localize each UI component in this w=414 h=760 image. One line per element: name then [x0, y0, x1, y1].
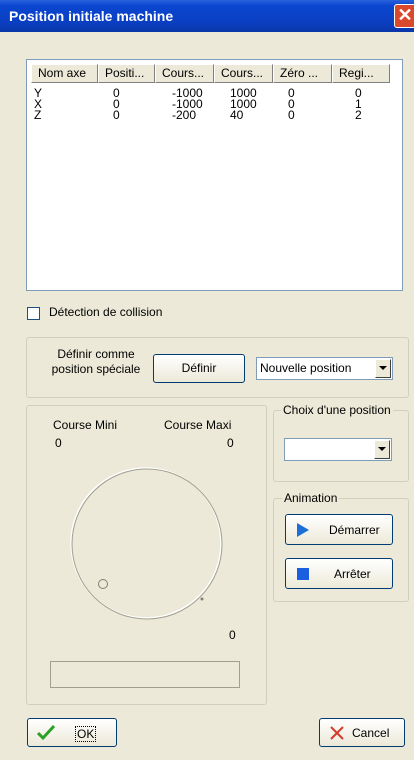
course-mini-value: 0: [55, 436, 62, 450]
table-cell: 2: [355, 108, 362, 122]
define-button[interactable]: Définir: [153, 354, 245, 383]
collision-checkbox[interactable]: [27, 307, 40, 320]
cancel-x-icon: [330, 726, 344, 740]
close-icon: ✕: [397, 5, 413, 25]
stop-icon: [297, 568, 309, 580]
start-label: Démarrer: [329, 523, 380, 537]
progress-field: [50, 661, 240, 688]
dropdown-arrow-icon[interactable]: [374, 440, 390, 459]
start-button[interactable]: Démarrer: [285, 514, 393, 545]
collision-label: Détection de collision: [49, 305, 163, 319]
table-cell: 0: [288, 108, 295, 122]
dial-value: 0: [229, 628, 236, 642]
column-header-zero[interactable]: Zéro ...: [273, 64, 332, 83]
stop-label: Arrêter: [334, 567, 371, 581]
window-title: Position initiale machine: [9, 8, 174, 24]
play-icon: [297, 523, 309, 537]
stop-button[interactable]: Arrêter: [285, 558, 393, 589]
course-maxi-label: Course Maxi: [164, 418, 232, 432]
special-position-dropdown[interactable]: Nouvelle position: [256, 357, 393, 380]
column-header-position[interactable]: Positi...: [98, 64, 155, 83]
table-cell: 40: [230, 108, 244, 122]
dial-marker: [200, 597, 204, 601]
column-header-nom-axe[interactable]: Nom axe: [31, 64, 98, 83]
ok-button[interactable]: OK: [27, 718, 117, 747]
cancel-button[interactable]: Cancel: [319, 718, 405, 747]
table-cell: 0: [113, 108, 120, 122]
special-position-dropdown-value: Nouvelle position: [260, 361, 352, 375]
cancel-label: Cancel: [352, 726, 390, 740]
table-cell: Z: [34, 108, 42, 122]
position-choice-dropdown[interactable]: [284, 438, 392, 461]
dropdown-arrow-icon[interactable]: [375, 359, 391, 378]
special-position-label-line1: Définir comme: [57, 347, 135, 361]
column-header-registre[interactable]: Regi...: [332, 64, 390, 83]
position-dial[interactable]: [65, 465, 230, 625]
course-maxi-value: 0: [227, 436, 234, 450]
check-icon: [37, 725, 55, 741]
axis-table[interactable]: Nom axe Positi... Cours... Cours... Zéro…: [26, 59, 403, 291]
column-header-course-min[interactable]: Cours...: [155, 64, 214, 83]
column-header-course-max[interactable]: Cours...: [214, 64, 273, 83]
ok-label: OK: [75, 726, 97, 742]
table-cell: -200: [172, 108, 197, 122]
animation-legend: Animation: [282, 491, 340, 505]
special-position-label-line2: position spéciale: [51, 362, 141, 376]
dial-knob[interactable]: [98, 579, 108, 589]
special-position-label: Définir comme position spéciale: [40, 347, 152, 377]
close-button[interactable]: ✕: [394, 4, 414, 28]
position-choice-legend: Choix d'une position: [281, 403, 393, 417]
course-mini-label: Course Mini: [53, 418, 118, 432]
